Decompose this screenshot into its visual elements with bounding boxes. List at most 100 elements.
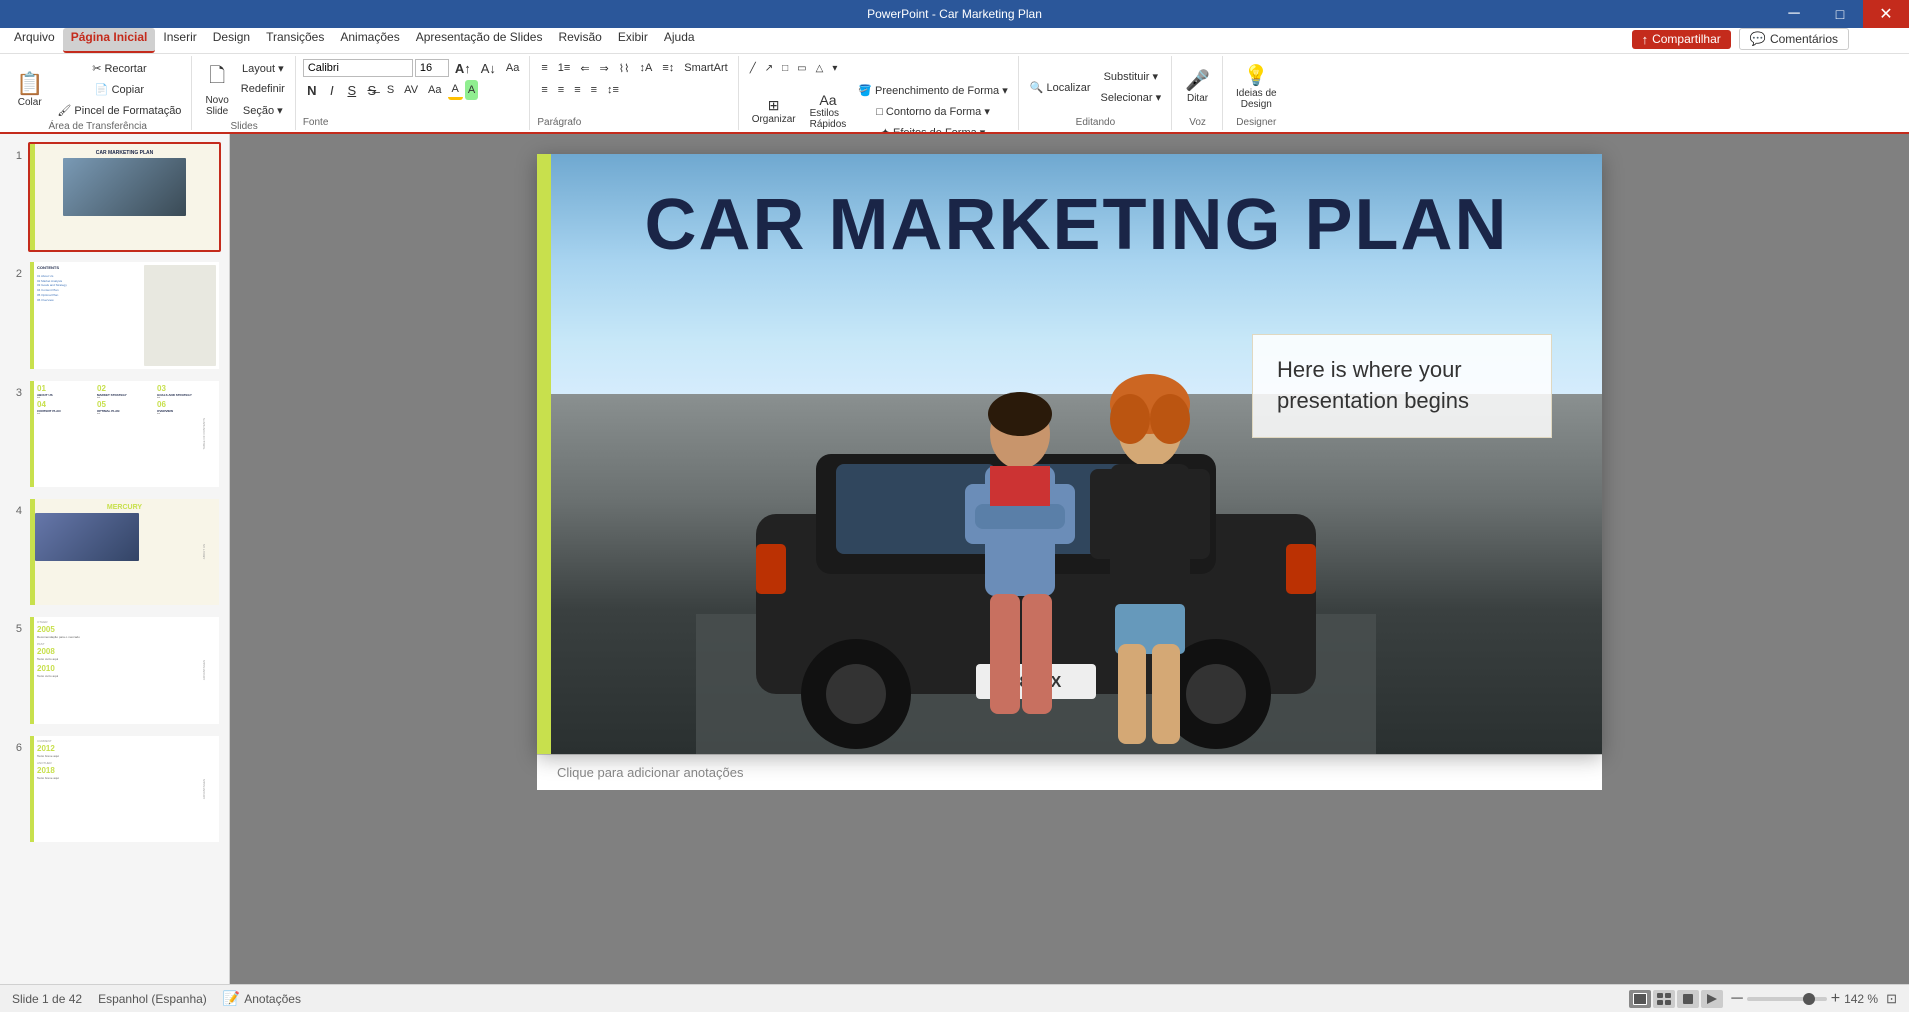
font-size-input[interactable] [415,59,449,77]
effects-button[interactable]: ✦ Efeitos de Forma ▾ [854,122,1011,134]
align-right-button[interactable]: ≡ [570,80,584,100]
shadow-button[interactable]: S [383,80,398,100]
ribbon-group-font: A↑ A↓ Aa N I S S̶ S AV Aa A A Fonte [297,56,531,130]
fit-slide-button[interactable]: ⊡ [1886,991,1897,1007]
fill-button[interactable]: 🪣 Preenchimento de Forma ▾ [854,80,1011,100]
quick-styles-button[interactable]: Aa EstilosRápidos [804,91,853,131]
copy-button[interactable]: 📄 Copiar [53,79,185,99]
smartart-button[interactable]: SmartArt [680,58,731,78]
slide-preview-3[interactable]: 01 ABOUT US text 02 MARKET STRATEGY text… [28,379,221,489]
shape-tri[interactable]: △ [812,58,828,78]
menu-arquivo[interactable]: Arquivo [6,28,63,53]
ribbon: 📋 Colar ✂ Recortar 📄 Copiar 🖌 Pincel de … [0,54,1909,134]
menu-animacoes[interactable]: Animações [332,28,407,53]
menu-revisao[interactable]: Revisão [550,28,609,53]
zoom-in-button[interactable]: + [1831,990,1840,1008]
font-name-input[interactable] [303,59,413,77]
text-direction-button[interactable]: ↕A [636,58,657,78]
dictate-button[interactable]: 🎤 Ditar [1179,58,1216,114]
paste-button[interactable]: 📋 Colar [10,61,49,117]
ribbon-group-slides: 🗋 NovoSlide Layout ▾ Redefinir Seção ▾ S… [193,56,295,130]
ribbon-group-editing: 🔍 Localizar Substituir ▾ Selecionar ▾ Ed… [1020,56,1172,130]
shape-rect[interactable]: □ [778,58,792,78]
align-justify-button[interactable]: ≡ [587,80,601,100]
italic-button[interactable]: I [323,80,341,100]
slide-preview-5[interactable]: OTHER 2005 Recomendação para o mercado P… [28,615,221,725]
menu-transicoes[interactable]: Transições [258,28,332,53]
increase-font-button[interactable]: A↑ [451,58,475,78]
menu-pagina-inicial[interactable]: Página Inicial [63,28,156,53]
slide-title[interactable]: CAR MARKETING PLAN [551,184,1602,266]
slide-text-box-content: Here is where your presentation begins [1277,357,1469,413]
shape-more[interactable]: ▾ [828,58,841,78]
font-label: Fonte [303,117,329,128]
spacing-button[interactable]: AV [400,80,422,100]
slide-preview-1[interactable]: CAR MARKETING PLAN [28,142,221,252]
menu-apresentacao[interactable]: Apresentação de Slides [408,28,551,53]
slide-preview-6[interactable]: CURRENT 2012 Texto breve aqui ANOTHER 20… [28,734,221,844]
new-slide-button[interactable]: 🗋 NovoSlide [199,61,234,117]
numbering-button[interactable]: 1≡ [554,58,575,78]
strikethrough-button[interactable]: S̶ [363,80,381,100]
slide-num-4: 4 [8,505,22,517]
slide-thumb-2[interactable]: 2 CONTENTS 01 About Us 02 Market Analysi… [8,260,221,370]
arrange-button[interactable]: ⊞ Organizar [746,91,802,131]
bullets-button[interactable]: ≡ [537,58,551,78]
slide-text-box[interactable]: Here is where your presentation begins [1252,334,1552,438]
slide-thumb-4[interactable]: 4 MERCURY ABOUT US [8,497,221,607]
outline-button[interactable]: □ Contorno da Forma ▾ [854,101,1011,121]
shape-2[interactable]: ↗ [761,58,777,78]
menu-ajuda[interactable]: Ajuda [656,28,703,53]
cut-button[interactable]: ✂ Recortar [53,58,185,78]
slide-thumb-1[interactable]: 1 CAR MARKETING PLAN [8,142,221,252]
align-center-button[interactable]: ≡ [554,80,568,100]
section-button[interactable]: Seção ▾ [237,100,289,120]
menu-exibir[interactable]: Exibir [610,28,656,53]
highlight-button[interactable]: A [465,80,478,100]
indent-left-button[interactable]: ⇐ [576,58,593,78]
notes-toggle[interactable]: 📝 Anotações [223,990,301,1007]
slide-accent-bar [537,154,551,754]
paragraph-label: Parágrafo [537,117,581,128]
layout-button[interactable]: Layout ▾ [237,58,289,78]
reset-button[interactable]: Redefinir [237,79,289,99]
shape-1[interactable]: ╱ [746,58,760,78]
columns-button[interactable]: ⌇⌇ [615,58,634,78]
slide-thumb-6[interactable]: 6 CURRENT 2012 Texto breve aqui ANOTHER … [8,734,221,844]
slide-num-1: 1 [8,150,22,162]
line-spacing-button[interactable]: ↕≡ [603,80,623,100]
replace-button[interactable]: Substituir ▾ [1097,67,1166,87]
slide-sorter-button[interactable] [1653,990,1675,1008]
decrease-font-button[interactable]: A↓ [477,58,500,78]
underline-button[interactable]: S [343,80,361,100]
bold-button[interactable]: N [303,80,321,100]
slide-thumb-3[interactable]: 3 01 ABOUT US text 02 MARKET [8,379,221,489]
align-left-button[interactable]: ≡ [537,80,551,100]
shape-round[interactable]: ▭ [793,58,810,78]
zoom-out-button[interactable]: ─ [1731,990,1742,1008]
slide-preview-2[interactable]: CONTENTS 01 About Us 02 Market Analysis … [28,260,221,370]
clear-font-button[interactable]: Aa [502,58,523,78]
notes-bar[interactable]: Clique para adicionar anotações [537,754,1602,790]
select-button[interactable]: Selecionar ▾ [1097,88,1166,108]
minimize-button[interactable]: ─ [1771,0,1817,28]
slide-preview-4[interactable]: MERCURY ABOUT US [28,497,221,607]
notes-placeholder: Clique para adicionar anotações [557,765,743,780]
normal-view-button[interactable] [1629,990,1651,1008]
align-text-button[interactable]: ≡↕ [658,58,678,78]
slideshow-button[interactable] [1701,990,1723,1008]
design-ideas-button[interactable]: 💡 Ideias deDesign [1230,58,1283,114]
menu-inserir[interactable]: Inserir [155,28,204,53]
menu-design[interactable]: Design [205,28,258,53]
close-button[interactable]: ✕ [1863,0,1909,28]
font-color-button[interactable]: A [448,80,463,100]
find-button[interactable]: 🔍 Localizar [1026,77,1095,97]
reading-view-button[interactable] [1677,990,1699,1008]
slide-thumb-5[interactable]: 5 OTHER 2005 Recomendação para o mercado… [8,615,221,725]
indent-right-button[interactable]: ⇒ [596,58,613,78]
format-painter-button[interactable]: 🖌 Pincel de Formatação [53,100,185,120]
comments-button[interactable]: 💬 Comentários [1739,28,1849,50]
share-button[interactable]: ↑ Compartilhar [1632,30,1731,49]
font-case-button[interactable]: Aa [424,80,445,100]
maximize-button[interactable]: □ [1817,0,1863,28]
